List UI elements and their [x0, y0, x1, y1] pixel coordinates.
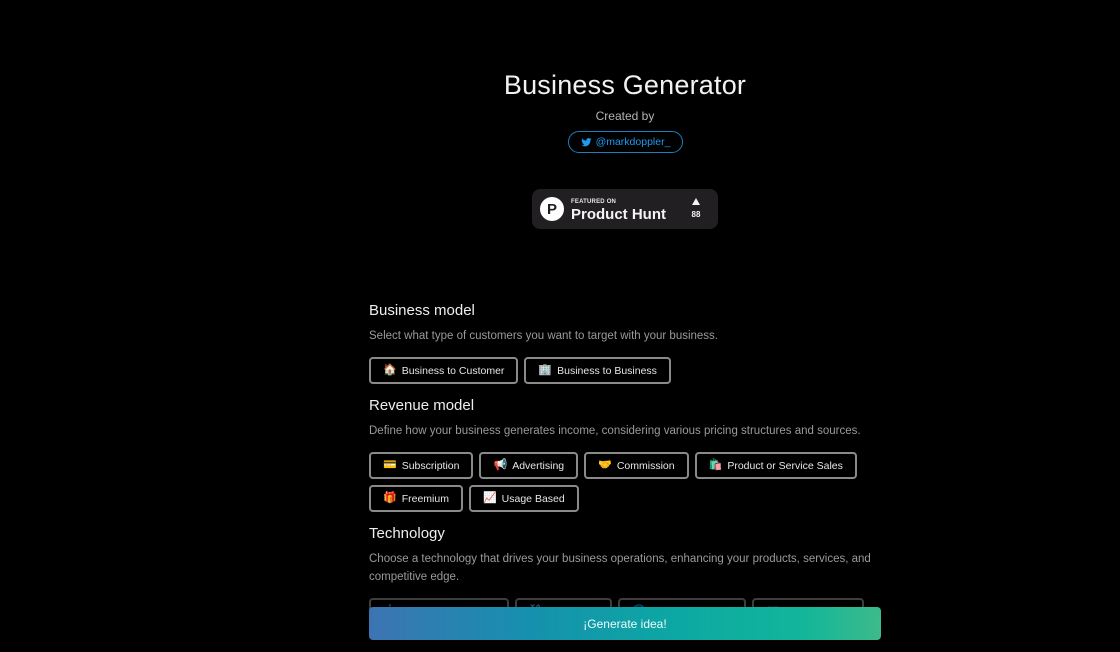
- option-label: Product or Service Sales: [727, 459, 843, 472]
- revenue-model-section: Revenue model Define how your business g…: [369, 397, 884, 512]
- twitter-link[interactable]: @markdoppler_: [568, 131, 683, 153]
- option-label: Freemium: [401, 492, 449, 505]
- option-label: Advertising: [512, 459, 565, 472]
- business-model-options: 🏠 Business to Customer 🏢 Business to Busine…: [369, 357, 884, 384]
- option-label: Business to Business: [557, 364, 657, 377]
- ph-name: Product Hunt: [571, 206, 666, 223]
- section-description: Select what type of customers you want t…: [369, 330, 719, 342]
- office-building-icon: 🏢: [538, 364, 553, 376]
- business-model-section: Business model Select what type of custo…: [369, 302, 884, 384]
- twitter-bird-icon: [581, 137, 592, 146]
- option-label: Business to Customer: [401, 364, 505, 377]
- twitter-handle: @markdoppler_: [595, 136, 671, 148]
- generate-idea-button[interactable]: ¡Generate idea!: [369, 607, 881, 640]
- ph-featured-label: FEATURED ON: [571, 199, 617, 205]
- option-commission[interactable]: 🤝 Commission: [584, 452, 689, 479]
- credit-card-icon: 💳: [383, 459, 397, 471]
- option-usage-based[interactable]: 📈 Usage Based: [468, 485, 579, 512]
- option-label: Subscription: [401, 459, 460, 472]
- gift-icon: 🎁: [383, 492, 397, 504]
- option-label: Usage Based: [501, 492, 565, 505]
- option-advertising[interactable]: 📢 Advertising: [479, 452, 579, 479]
- option-product-or-service-sales[interactable]: 🛍️ Product or Service Sales: [694, 452, 857, 479]
- option-subscription[interactable]: 💳 Subscription: [369, 452, 474, 479]
- revenue-model-options: 💳 Subscription 📢 Advertising 🤝 Commission 🛍️ Pr…: [369, 452, 884, 512]
- upvote-arrow-icon: [692, 198, 700, 205]
- section-description: Define how your business generates incom…: [369, 425, 861, 437]
- chart-increasing-icon: 📈: [482, 492, 497, 504]
- section-title: Business model: [369, 302, 475, 319]
- upvote-count: 88: [691, 210, 701, 219]
- house-icon: 🏠: [383, 364, 397, 376]
- section-description: Choose a technology that drives your bus…: [369, 553, 871, 583]
- section-title: Technology: [369, 525, 445, 542]
- handshake-icon: 🤝: [598, 459, 612, 471]
- product-hunt-badge[interactable]: P FEATURED ON Product Hunt 88: [532, 189, 718, 229]
- option-business-to-customer[interactable]: 🏠 Business to Customer: [369, 357, 519, 384]
- product-hunt-logo-icon: P: [540, 197, 564, 221]
- section-title: Revenue model: [369, 397, 475, 414]
- option-label: Commission: [616, 459, 675, 472]
- page-title: Business Generator: [503, 70, 747, 100]
- option-business-to-business[interactable]: 🏢 Business to Business: [524, 357, 671, 384]
- page: Business Generator Created by @markdoppl…: [0, 0, 1120, 652]
- shopping-bags-icon: 🛍️: [708, 459, 723, 471]
- megaphone-icon: 📢: [493, 459, 508, 471]
- option-freemium[interactable]: 🎁 Freemium: [369, 485, 463, 512]
- created-by-label: Created by: [595, 109, 655, 123]
